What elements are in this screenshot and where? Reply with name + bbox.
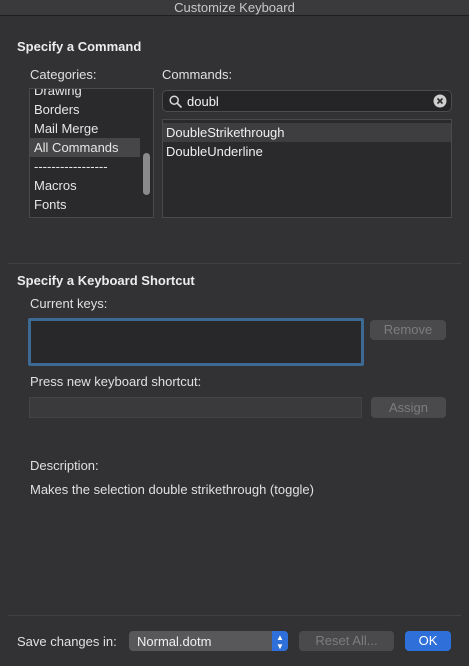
command-search-field[interactable]: doubl bbox=[162, 90, 452, 112]
section-divider bbox=[8, 263, 461, 264]
categories-scrollbar[interactable] bbox=[143, 153, 150, 195]
category-item-all-commands[interactable]: All Commands bbox=[30, 138, 140, 157]
window-titlebar: Customize Keyboard bbox=[0, 0, 469, 16]
clear-search-icon[interactable] bbox=[433, 94, 447, 108]
categories-label: Categories: bbox=[30, 67, 97, 82]
reset-all-button[interactable]: Reset All... bbox=[299, 631, 394, 651]
ok-button[interactable]: OK bbox=[405, 631, 451, 651]
chevron-updown-icon: ▲ ▼ bbox=[272, 631, 288, 651]
new-shortcut-label: Press new keyboard shortcut: bbox=[30, 374, 202, 389]
save-in-select[interactable]: Normal.dotm ▲ ▼ bbox=[129, 631, 288, 651]
category-item-borders[interactable]: Borders bbox=[30, 100, 140, 119]
current-keys-label: Current keys: bbox=[30, 296, 108, 311]
save-in-value: Normal.dotm bbox=[137, 634, 212, 649]
remove-button[interactable]: Remove bbox=[370, 320, 446, 340]
category-separator: ----------------- bbox=[34, 159, 108, 174]
assign-button[interactable]: Assign bbox=[371, 397, 446, 418]
footer-divider bbox=[8, 615, 461, 616]
shortcut-section-title: Specify a Keyboard Shortcut bbox=[17, 273, 195, 288]
command-section-title: Specify a Command bbox=[17, 39, 142, 54]
new-shortcut-field[interactable] bbox=[29, 397, 362, 418]
command-item-double-underline[interactable]: DoubleUnderline bbox=[163, 142, 451, 161]
categories-list[interactable]: Drawing Borders Mail Merge All Commands … bbox=[29, 88, 154, 218]
command-search-input[interactable]: doubl bbox=[187, 94, 219, 109]
commands-label: Commands: bbox=[162, 67, 233, 82]
command-item-double-strikethrough[interactable]: DoubleStrikethrough bbox=[163, 123, 451, 142]
description-label: Description: bbox=[30, 458, 99, 473]
category-item-fonts[interactable]: Fonts bbox=[30, 195, 140, 214]
window-title: Customize Keyboard bbox=[174, 0, 295, 15]
current-keys-list[interactable] bbox=[28, 318, 364, 366]
category-item-mail-merge[interactable]: Mail Merge bbox=[30, 119, 140, 138]
description-text: Makes the selection double strikethrough… bbox=[30, 482, 314, 497]
save-in-label: Save changes in: bbox=[17, 634, 117, 649]
category-item-drawing[interactable]: Drawing bbox=[30, 89, 140, 100]
commands-list[interactable]: DoubleStrikethrough DoubleUnderline bbox=[162, 119, 452, 218]
search-icon bbox=[169, 95, 182, 108]
category-item-macros[interactable]: Macros bbox=[30, 176, 140, 195]
